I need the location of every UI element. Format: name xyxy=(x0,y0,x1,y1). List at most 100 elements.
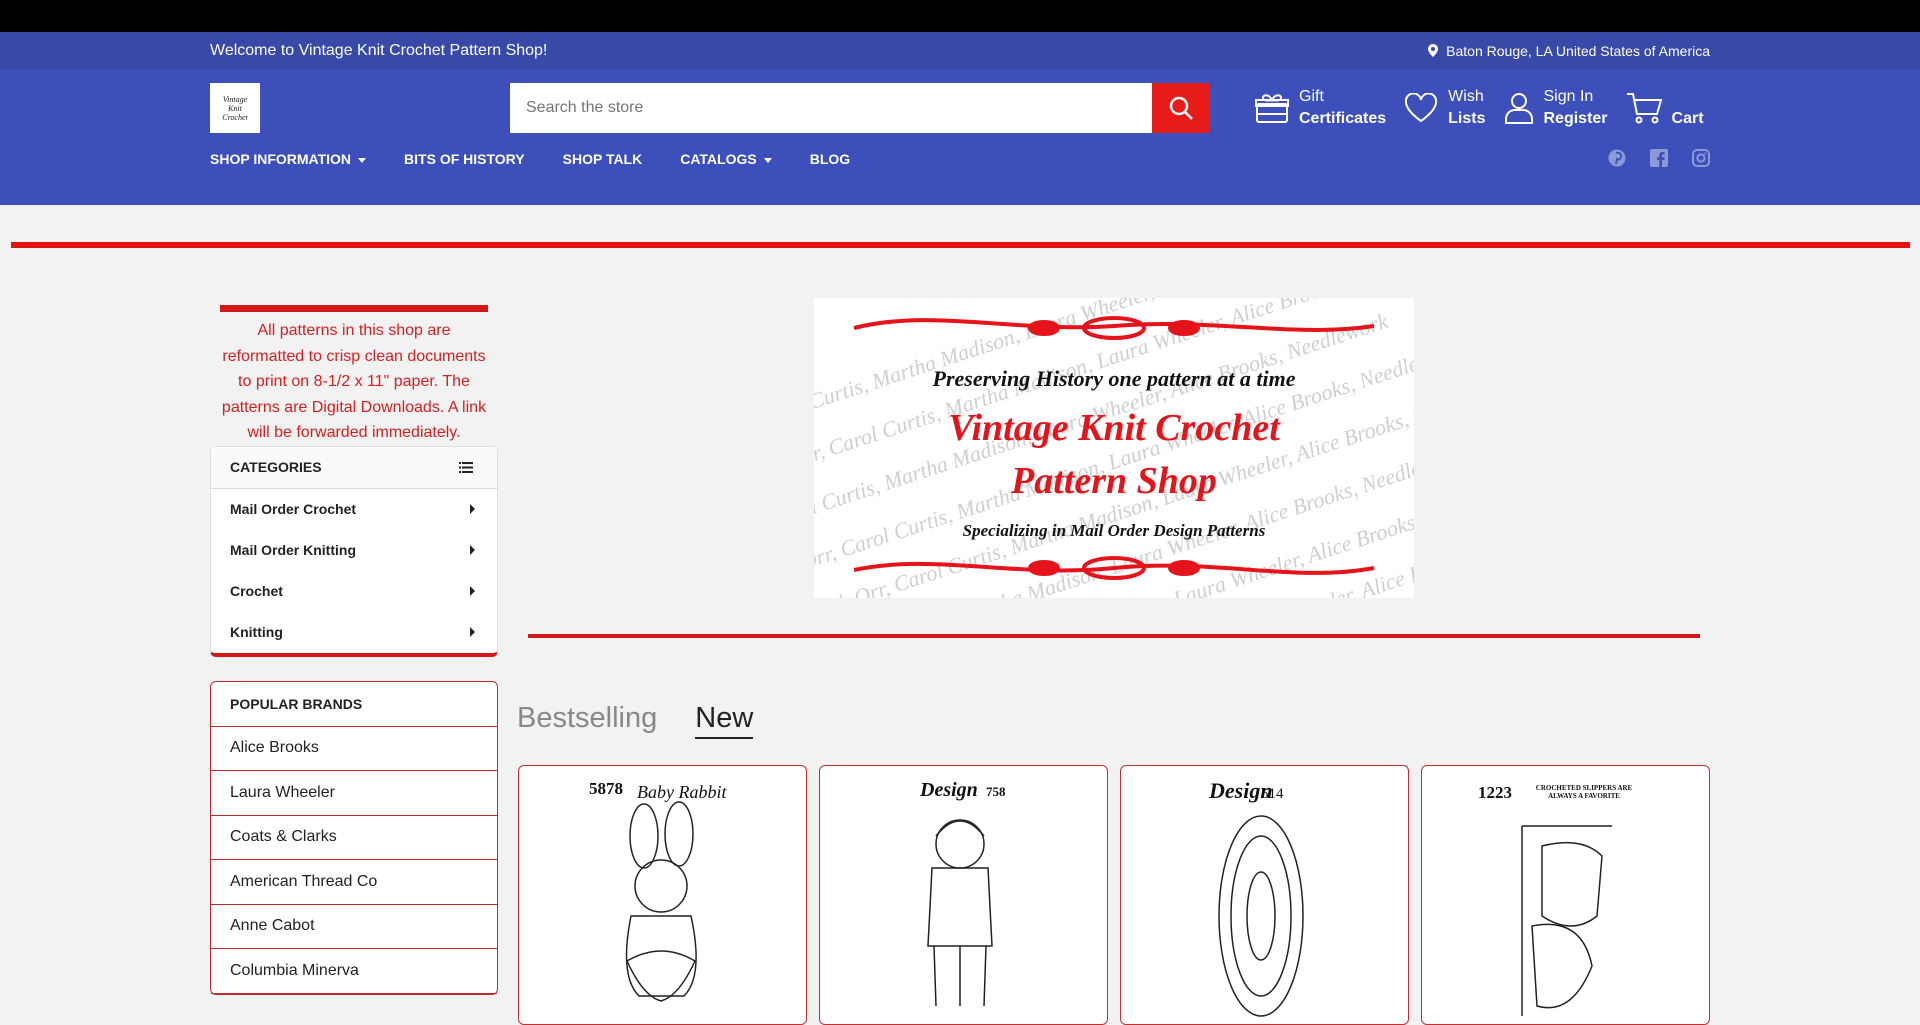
nav-label: CATALOGS xyxy=(680,151,757,167)
popular-brands-panel: POPULAR BRANDS Alice Brooks Laura Wheele… xyxy=(210,680,498,995)
product-grid: 5878 Baby Rabbit Design 758 Design 514 1… xyxy=(518,765,1710,1025)
logo-line: Knit xyxy=(228,103,242,113)
caret-right-icon[interactable] xyxy=(470,627,475,637)
product-image: Design 758 xyxy=(919,779,1006,1007)
sidebar: All patterns in this shop are reformatte… xyxy=(210,305,498,995)
category-knitting[interactable]: Knitting xyxy=(211,612,497,653)
logo-line: Vintage xyxy=(222,94,248,104)
product-tabs: Bestselling New xyxy=(517,702,754,739)
red-divider xyxy=(11,242,1910,248)
logo-line: Crochet xyxy=(222,112,248,122)
social-links xyxy=(1608,149,1710,167)
register-link[interactable]: Register xyxy=(1544,108,1608,130)
header-actions: Gift Certificates Wish Lists Sign In Regist… xyxy=(1255,83,1704,133)
map-pin-icon xyxy=(1428,44,1439,57)
brand-link[interactable]: Anne Cabot xyxy=(211,905,497,949)
product-card[interactable]: Design 514 xyxy=(1120,765,1409,1025)
search-button[interactable] xyxy=(1152,83,1210,133)
list-icon xyxy=(459,461,473,473)
caret-right-icon[interactable] xyxy=(470,504,475,514)
location-text: Baton Rouge, LA United States of America xyxy=(1446,42,1710,59)
flourish-top xyxy=(853,316,1375,340)
brand-link[interactable]: Alice Brooks xyxy=(211,727,497,771)
gift-label-bottom: Certificates xyxy=(1299,110,1387,127)
sign-in-link[interactable]: Sign In xyxy=(1544,86,1608,108)
nav-bits-of-history[interactable]: BITS OF HISTORY xyxy=(404,151,525,167)
pattern-code: 1223 xyxy=(1478,783,1512,802)
product-image: Design 514 xyxy=(1208,778,1304,1017)
banner-tagline: Preserving History one pattern at a time xyxy=(932,366,1296,391)
product-card[interactable]: 1223 CROCHETED SLIPPERS ARE ALWAYS A FAV… xyxy=(1421,765,1710,1025)
category-mail-order-knitting[interactable]: Mail Order Knitting xyxy=(211,530,497,571)
cart-icon xyxy=(1626,93,1662,124)
nav-catalogs[interactable]: CATALOGS xyxy=(680,151,772,167)
account-link[interactable]: Sign In Register xyxy=(1504,83,1608,133)
category-label: Mail Order Knitting xyxy=(230,542,356,558)
cart-link[interactable]: Cart xyxy=(1626,83,1704,133)
wish-lists-link[interactable]: Wish Lists xyxy=(1404,83,1486,133)
nav-blog[interactable]: BLOG xyxy=(810,151,850,167)
category-crochet[interactable]: Crochet xyxy=(211,571,497,612)
pattern-code: 5878 xyxy=(589,779,623,798)
gift-icon xyxy=(1255,94,1289,123)
nav-label: BLOG xyxy=(809,151,851,167)
instagram-icon[interactable] xyxy=(1692,149,1710,167)
search-input[interactable] xyxy=(510,83,1152,133)
gift-label-top: Gift xyxy=(1299,88,1324,105)
heart-icon xyxy=(1405,93,1438,123)
nav-label: SHOP INFORMATION xyxy=(210,151,352,167)
content-red-divider xyxy=(528,634,1700,638)
hero-banner: Ruth Orr, Carol Curtis, Martha Madison, … xyxy=(814,298,1414,598)
brands-header: POPULAR BRANDS xyxy=(211,682,497,727)
banner-title-line2: Pattern Shop xyxy=(1010,460,1217,502)
digital-download-notice: All patterns in this shop are reformatte… xyxy=(221,322,487,441)
product-card[interactable]: Design 758 xyxy=(819,765,1108,1025)
category-label: Mail Order Crochet xyxy=(230,501,357,517)
category-label: Knitting xyxy=(230,624,283,640)
categories-panel: CATEGORIES Mail Order Crochet Mail Order… xyxy=(210,445,498,657)
caret-right-icon[interactable] xyxy=(470,545,475,555)
brand-link[interactable]: Laura Wheeler xyxy=(211,771,497,816)
brand-link[interactable]: Coats & Clarks xyxy=(211,816,497,860)
store-location[interactable]: Baton Rouge, LA United States of America xyxy=(1428,43,1710,59)
cart-label: Cart xyxy=(1671,110,1704,127)
search-icon xyxy=(1169,96,1193,120)
nav-shop-talk[interactable]: SHOP TALK xyxy=(563,151,643,167)
categories-header[interactable]: CATEGORIES xyxy=(211,446,497,489)
product-card[interactable]: 5878 Baby Rabbit xyxy=(518,765,807,1025)
gift-certificates-link[interactable]: Gift Certificates xyxy=(1255,83,1386,133)
sidebar-red-bar xyxy=(220,305,488,312)
nav-label: BITS OF HISTORY xyxy=(404,151,525,167)
nav-shop-information[interactable]: SHOP INFORMATION xyxy=(210,151,367,167)
welcome-text: Welcome to Vintage Knit Crochet Pattern … xyxy=(210,41,548,59)
product-image: 1223 CROCHETED SLIPPERS ARE ALWAYS A FAV… xyxy=(1478,783,1633,1016)
user-icon xyxy=(1504,93,1533,124)
brand-link[interactable]: Columbia Minerva xyxy=(211,949,497,994)
caret-down-icon xyxy=(358,157,367,163)
caret-down-icon xyxy=(763,157,772,163)
search-bar xyxy=(510,83,1210,133)
top-info-bar: Welcome to Vintage Knit Crochet Pattern … xyxy=(0,32,1920,69)
site-header: Vintage Knit Crochet Gift Certificates Wi… xyxy=(0,69,1920,205)
facebook-icon[interactable] xyxy=(1650,149,1668,167)
pattern-code: Design xyxy=(919,779,978,801)
banner-subtitle: Specializing in Mail Order Design Patter… xyxy=(963,521,1266,540)
pinterest-icon[interactable] xyxy=(1608,149,1626,167)
tab-new[interactable]: New xyxy=(695,702,754,739)
brand-link[interactable]: American Thread Co xyxy=(211,860,497,905)
product-image: 5878 Baby Rabbit xyxy=(589,779,727,1002)
pattern-number: 758 xyxy=(986,784,1006,799)
tab-bestselling[interactable]: Bestselling xyxy=(517,702,657,739)
pattern-title: CROCHETED SLIPPERS ARE ALWAYS A FAVORITE xyxy=(1535,784,1633,800)
pattern-title: Baby Rabbit xyxy=(637,782,727,802)
caret-right-icon[interactable] xyxy=(470,586,475,596)
browser-top-bar xyxy=(0,0,1920,32)
category-label: Crochet xyxy=(230,583,283,599)
main-navigation: SHOP INFORMATION BITS OF HISTORY SHOP TA… xyxy=(210,151,850,167)
category-mail-order-crochet[interactable]: Mail Order Crochet xyxy=(211,489,497,530)
banner-graphic: Ruth Orr, Carol Curtis, Martha Madison, … xyxy=(814,298,1414,598)
categories-title: CATEGORIES xyxy=(230,459,322,475)
wish-label-top: Wish xyxy=(1448,88,1484,105)
site-logo[interactable]: Vintage Knit Crochet xyxy=(210,83,260,133)
pattern-number: 514 xyxy=(1261,786,1284,802)
